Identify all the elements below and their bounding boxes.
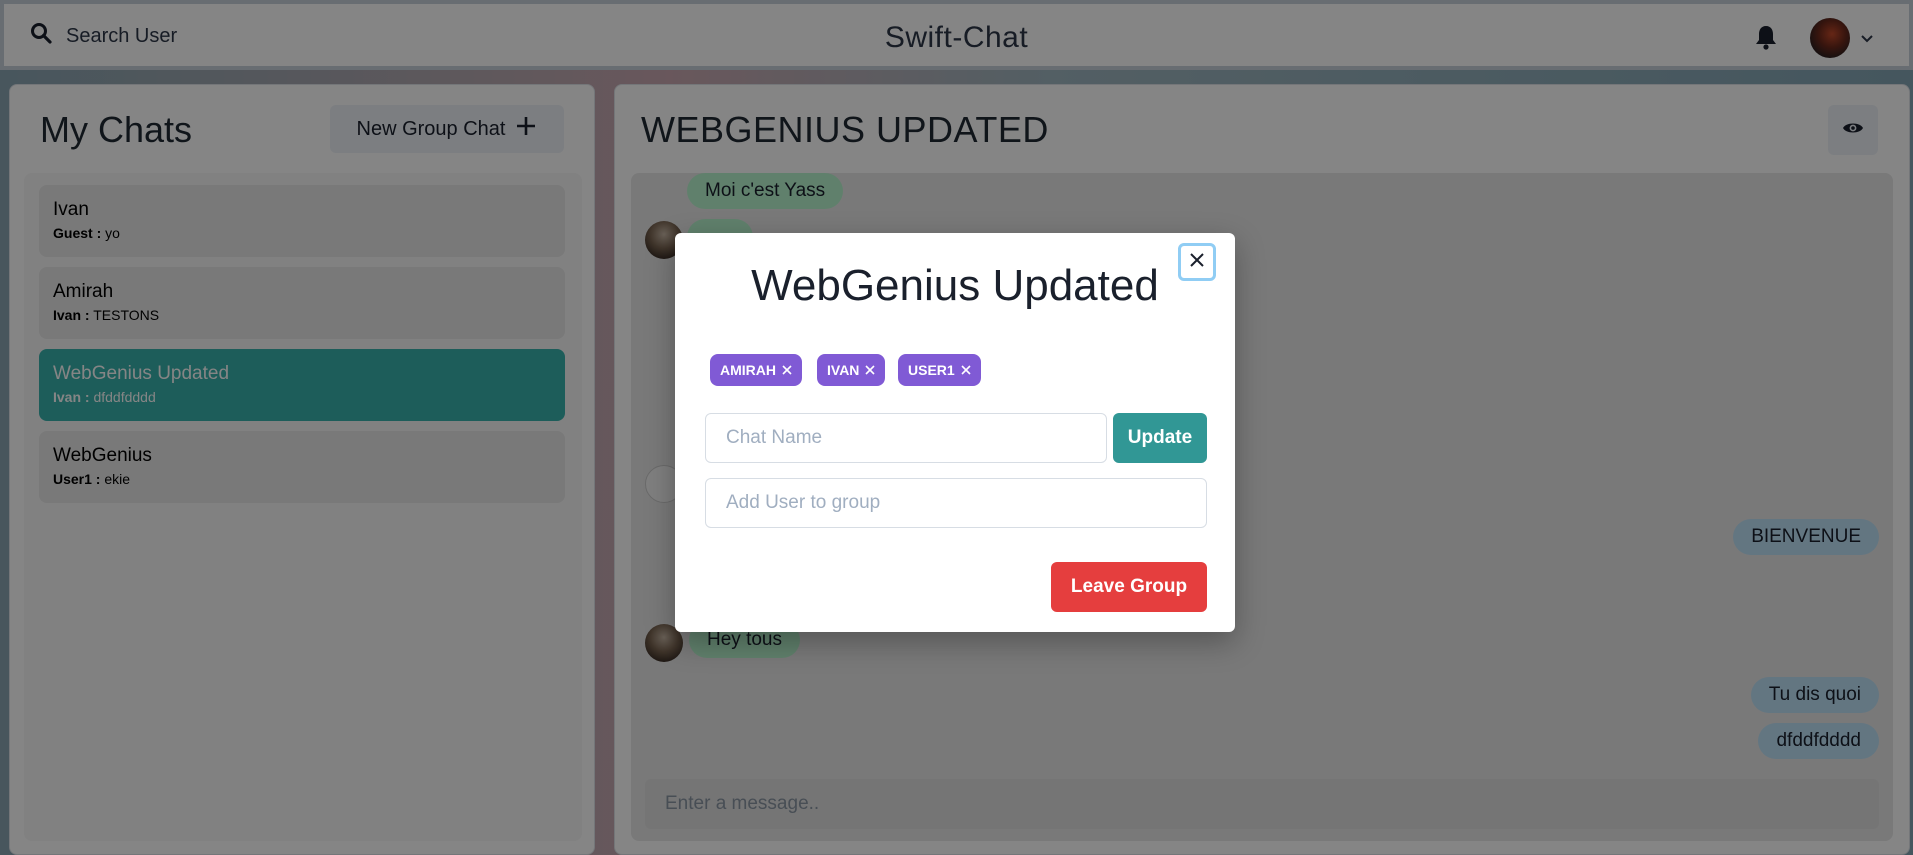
update-button[interactable]: Update: [1113, 413, 1207, 463]
chat-name-input[interactable]: [705, 413, 1107, 463]
member-badge-amirah[interactable]: AMIRAH: [710, 354, 802, 386]
close-icon: [1189, 252, 1205, 273]
member-badge-ivan[interactable]: IVAN: [817, 354, 886, 386]
group-settings-modal: WebGenius Updated AMIRAH IVAN USER1 Upda…: [675, 233, 1235, 632]
member-badge-label: AMIRAH: [720, 362, 776, 378]
member-badge-user1[interactable]: USER1: [898, 354, 981, 386]
member-badge-label: USER1: [908, 362, 955, 378]
close-modal-button[interactable]: [1178, 243, 1216, 281]
leave-group-button[interactable]: Leave Group: [1051, 562, 1207, 612]
remove-member-icon[interactable]: [782, 362, 792, 378]
add-user-input[interactable]: [705, 478, 1207, 528]
remove-member-icon[interactable]: [865, 362, 875, 378]
remove-member-icon[interactable]: [961, 362, 971, 378]
member-badge-label: IVAN: [827, 362, 860, 378]
modal-title: WebGenius Updated: [751, 261, 1159, 310]
